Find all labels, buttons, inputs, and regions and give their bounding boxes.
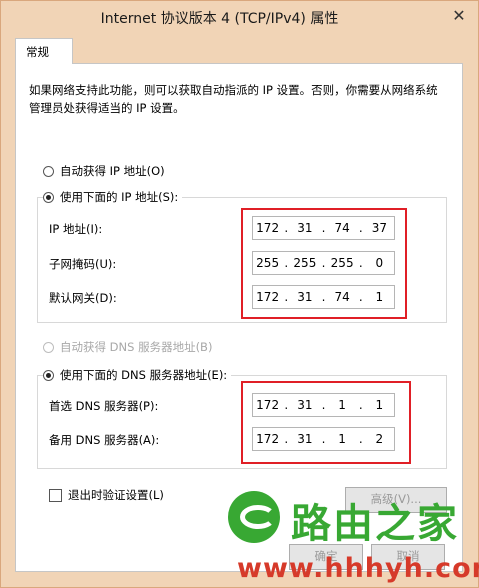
ip-address-label: IP 地址(I): bbox=[49, 222, 103, 236]
alternate-dns-label: 备用 DNS 服务器(A): bbox=[49, 433, 160, 447]
preferred-dns-label: 首选 DNS 服务器(P): bbox=[49, 399, 159, 413]
manual-dns-label: 使用下面的 DNS 服务器地址(E): bbox=[60, 368, 228, 382]
properties-dialog: Internet 协议版本 4 (TCP/IPv4) 属性 ✕ 常规 如果网络支… bbox=[0, 0, 479, 588]
manual-dns-radio[interactable]: 使用下面的 DNS 服务器地址(E): bbox=[43, 366, 232, 384]
description-text: 如果网络支持此功能，则可以获取自动指派的 IP 设置。否则，你需要从网络系统管理… bbox=[29, 83, 438, 115]
radio-checked-icon bbox=[43, 369, 54, 381]
default-gateway-label: 默认网关(D): bbox=[49, 291, 117, 305]
window-title: Internet 协议版本 4 (TCP/IPv4) 属性 bbox=[100, 11, 339, 27]
radio-disabled-icon bbox=[43, 341, 54, 353]
auto-ip-label: 自动获得 IP 地址(O) bbox=[60, 164, 165, 178]
tab-general[interactable]: 常规 bbox=[15, 38, 73, 64]
radio-unchecked-icon bbox=[43, 165, 54, 177]
manual-ip-radio[interactable]: 使用下面的 IP 地址(S): bbox=[43, 188, 183, 206]
watermark-url: www.hhhyh.com bbox=[237, 553, 479, 584]
highlight-box-ip bbox=[241, 208, 407, 319]
close-icon[interactable]: ✕ bbox=[448, 5, 470, 27]
watermark-brand: 路由之家 bbox=[291, 501, 459, 547]
watermark-logo-icon bbox=[228, 491, 280, 543]
manual-ip-label: 使用下面的 IP 地址(S): bbox=[60, 190, 179, 204]
checkbox-unchecked-icon bbox=[49, 488, 62, 502]
validate-settings-label: 退出时验证设置(L) bbox=[68, 488, 164, 502]
auto-dns-radio[interactable]: 自动获得 DNS 服务器地址(B) bbox=[43, 338, 212, 356]
auto-dns-label: 自动获得 DNS 服务器地址(B) bbox=[60, 340, 213, 354]
subnet-mask-label: 子网掩码(U): bbox=[49, 257, 117, 271]
highlight-box-dns bbox=[241, 381, 411, 464]
validate-settings-checkbox[interactable]: 退出时验证设置(L) bbox=[49, 487, 164, 503]
auto-ip-radio[interactable]: 自动获得 IP 地址(O) bbox=[43, 162, 165, 180]
title-bar[interactable]: Internet 协议版本 4 (TCP/IPv4) 属性 ✕ bbox=[1, 1, 478, 33]
radio-checked-icon bbox=[43, 191, 54, 203]
